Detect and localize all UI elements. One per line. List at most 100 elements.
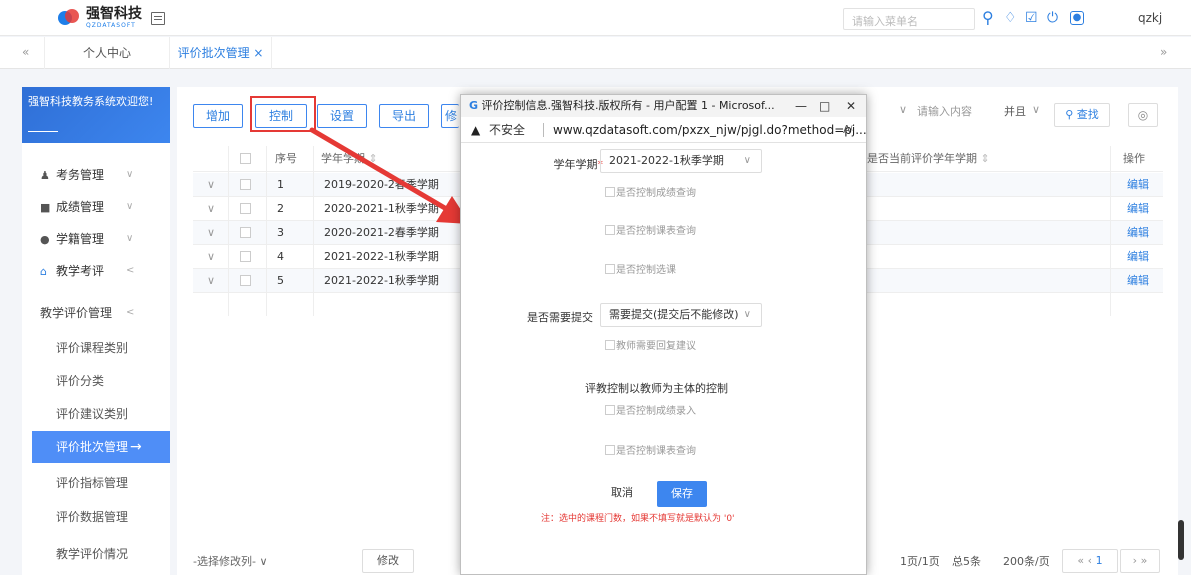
edit-link[interactable]: 编辑 — [1127, 245, 1149, 269]
insecure-label[interactable]: 不安全 — [489, 117, 525, 142]
control-course-selection-checkbox[interactable]: 是否控制选课 — [605, 264, 676, 278]
tabs-scroll-right-icon[interactable]: » — [1160, 45, 1167, 59]
lock-icon[interactable]: ☑ — [1025, 8, 1038, 28]
url-text[interactable]: www.qzdatasoft.com/pxzx_njw/pjgl.do?meth… — [553, 117, 866, 142]
sidebar-item-teaching-eval[interactable]: ⌂ 教学考评 < — [22, 255, 170, 287]
row-checkbox[interactable] — [240, 275, 251, 286]
menu-search-input[interactable]: 请输入菜单名 — [843, 8, 975, 30]
tab-personal-center[interactable]: 个人中心 — [44, 37, 170, 69]
first-page-icon[interactable]: « — [1077, 554, 1084, 567]
header-current-label: 是否当前评价学年学期 — [867, 152, 977, 165]
row-term: 2021-2022-1秋季学期 — [324, 274, 439, 287]
row-term: 2020-2021-2春季学期 — [324, 226, 439, 239]
sidebar-item-grades[interactable]: ■ 成绩管理 ∨ — [22, 191, 170, 223]
sidebar-item-suggestion-category[interactable]: 评价建议类别 — [22, 398, 170, 430]
row-term: 2019-2020-2春季学期 — [324, 178, 439, 191]
power-icon[interactable]: ⏻ — [1047, 8, 1058, 28]
expand-chevron-icon[interactable]: ∨ — [207, 173, 215, 197]
column-divider — [266, 146, 267, 316]
username[interactable]: qzkj — [1138, 11, 1162, 25]
sidebar-item-eval-status[interactable]: 教学评价情况 — [22, 538, 170, 570]
next-page-icon[interactable]: › — [1133, 554, 1137, 567]
row-checkbox[interactable] — [240, 251, 251, 262]
add-button[interactable]: 增加 — [193, 104, 243, 128]
term-label-text: 学年学期 — [553, 158, 598, 171]
export-button[interactable]: 导出 — [379, 104, 429, 128]
sidebar-item-exam[interactable]: ♟ 考务管理 ∨ — [22, 159, 170, 191]
pager-controls: « ‹ 1 — [1062, 549, 1118, 573]
sidebar-item-course-category[interactable]: 评价课程类别 — [22, 332, 170, 364]
expand-chevron-icon[interactable]: ∨ — [207, 221, 215, 245]
search-icon[interactable]: ⚲ — [982, 8, 994, 28]
bell-icon[interactable]: ♢ — [1004, 8, 1017, 28]
edit-link[interactable]: 编辑 — [1127, 221, 1149, 245]
sort-icon[interactable]: ⇕ — [369, 152, 378, 165]
sort-icon[interactable]: ⇕ — [981, 152, 990, 165]
read-aloud-icon[interactable]: A⁽ — [843, 117, 853, 142]
search-content-input[interactable]: 请输入内容 — [917, 103, 972, 119]
tabs-scroll-left-icon[interactable]: « — [22, 45, 29, 59]
welcome-banner: 强智科技教务系统欢迎您! — [22, 87, 170, 143]
address-bar[interactable]: ▲ 不安全 www.qzdatasoft.com/pxzx_njw/pjgl.d… — [461, 117, 866, 143]
cancel-button[interactable]: 取消 — [599, 481, 645, 507]
chevron-down-icon: ∨ — [126, 201, 134, 212]
maximize-icon[interactable]: □ — [819, 95, 830, 117]
per-page-select[interactable]: 200条/页 — [1003, 553, 1050, 569]
edit-link[interactable]: 编辑 — [1127, 197, 1149, 221]
header-term[interactable]: 学年学期 ⇕ — [321, 146, 378, 170]
sidebar-item-eval-batch[interactable]: 评价批次管理 → — [32, 431, 170, 463]
row-checkbox[interactable] — [240, 227, 251, 238]
expand-chevron-icon[interactable]: ∨ — [207, 197, 215, 221]
teacher-reply-checkbox[interactable]: 教师需要回复建议 — [605, 340, 696, 354]
user-icon[interactable]: ● — [1070, 11, 1084, 25]
sidebar-item-eval-index[interactable]: 评价指标管理 — [22, 467, 170, 499]
logo-icon — [58, 7, 80, 29]
header-current-term[interactable]: 是否当前评价学年学期 ⇕ — [867, 146, 990, 170]
control-grade-entry-checkbox[interactable]: 是否控制成绩录入 — [605, 405, 696, 419]
control-grade-query-checkbox[interactable]: 是否控制成绩查询 — [605, 187, 696, 201]
edit-link[interactable]: 编辑 — [1127, 269, 1149, 293]
gear-icon: ◎ — [1137, 108, 1149, 122]
tabs-bar: « 个人中心 评价批次管理 × » — [0, 37, 1191, 69]
settings-button[interactable]: 设置 — [317, 104, 367, 128]
field-select-chevron-icon[interactable]: ∨ — [899, 103, 907, 116]
find-label: 查找 — [1076, 108, 1099, 121]
expand-chevron-icon[interactable]: ∨ — [207, 269, 215, 293]
modify-button[interactable]: 修改 — [362, 549, 414, 573]
submit-select[interactable]: 需要提交(提交后不能修改) ∨ — [600, 303, 762, 327]
current-page[interactable]: 1 — [1096, 554, 1103, 567]
menu-toggle-icon[interactable] — [151, 12, 165, 25]
close-icon[interactable]: ✕ — [846, 95, 856, 117]
sidebar-group-eval-management[interactable]: 教学评价管理 < — [22, 297, 170, 329]
term-select[interactable]: 2021-2022-1秋季学期 ∨ — [600, 149, 762, 173]
chevron-down-icon: ∨ — [259, 555, 268, 568]
control-timetable-query-checkbox[interactable]: 是否控制课表查询 — [605, 225, 696, 239]
sidebar-item-label: 教学考评 — [56, 264, 105, 278]
prev-page-icon[interactable]: ‹ — [1088, 554, 1092, 567]
scrollbar-thumb[interactable] — [1178, 520, 1184, 560]
page-info: 1页/1页 — [900, 555, 940, 568]
total-count: 总5条 — [952, 555, 981, 568]
logic-select[interactable]: 并且 — [1004, 103, 1026, 119]
save-button[interactable]: 保存 — [657, 481, 707, 507]
column-divider — [313, 146, 314, 316]
column-settings-button[interactable]: ◎ — [1128, 103, 1158, 127]
expand-chevron-icon[interactable]: ∨ — [207, 245, 215, 269]
tab-evaluation-batch[interactable]: 评价批次管理 × — [170, 37, 272, 69]
logo-subtext: QZDATASOFT — [86, 22, 136, 29]
row-checkbox[interactable] — [240, 179, 251, 190]
logo-text: 强智科技 — [86, 6, 142, 22]
minimize-icon[interactable]: — — [795, 95, 807, 117]
control-teacher-timetable-checkbox[interactable]: 是否控制课表查询 — [605, 445, 696, 459]
sidebar-item-eval-data[interactable]: 评价数据管理 — [22, 501, 170, 533]
find-button[interactable]: ⚲ 查找 — [1054, 103, 1110, 127]
edit-link[interactable]: 编辑 — [1127, 173, 1149, 197]
column-divider — [1110, 146, 1111, 316]
row-checkbox[interactable] — [240, 203, 251, 214]
select-all-checkbox[interactable] — [240, 153, 251, 164]
modify-column-select[interactable]: -选择修改列- ∨ — [193, 553, 268, 569]
partial-button[interactable]: 修 — [441, 104, 459, 128]
sidebar-item-status[interactable]: ● 学籍管理 ∨ — [22, 223, 170, 255]
sidebar-item-eval-category[interactable]: 评价分类 — [22, 365, 170, 397]
last-page-icon[interactable]: » — [1141, 554, 1148, 567]
